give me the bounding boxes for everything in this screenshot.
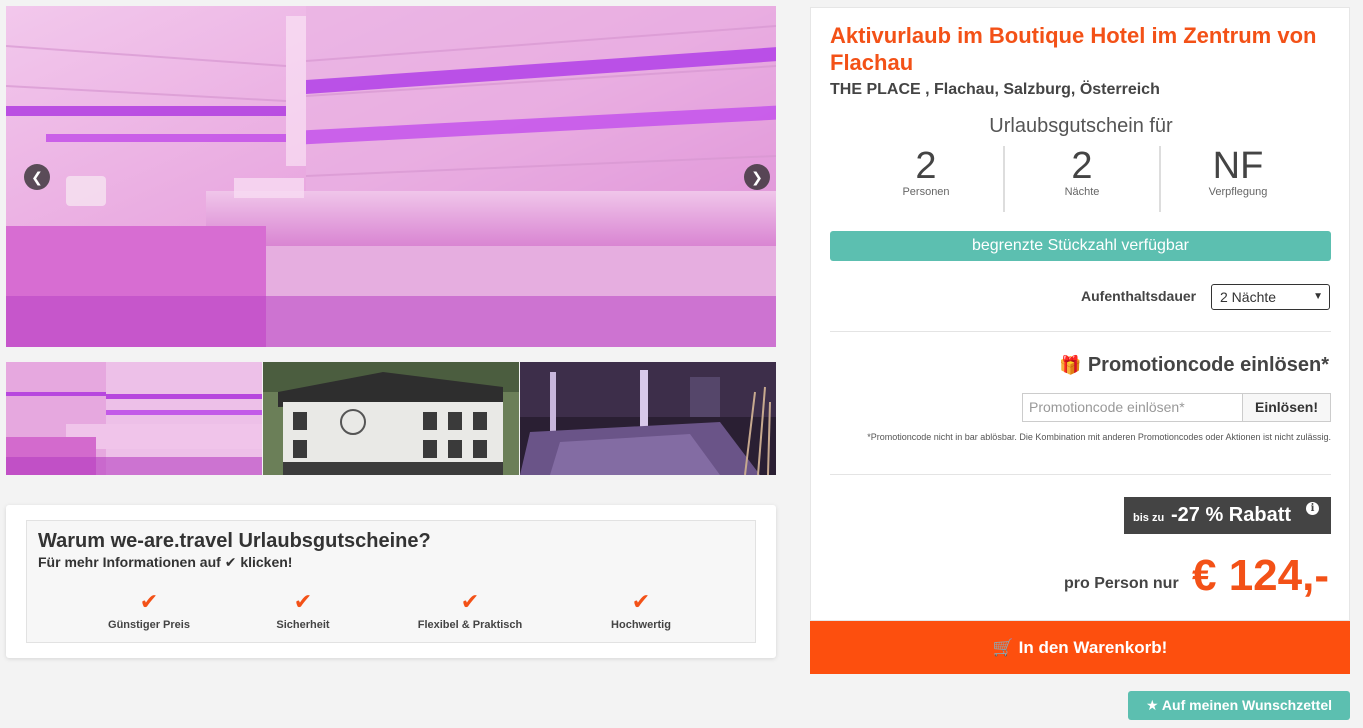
why-item-sicherheit[interactable]: ✔ Sicherheit <box>228 589 378 632</box>
offer-price: € 124,- <box>1192 551 1329 600</box>
limited-availability-badge: begrenzte Stückzahl verfügbar <box>830 231 1331 261</box>
stat-nights: 2 Nächte <box>1005 146 1161 212</box>
checkmark-icon: ✔ <box>460 589 480 614</box>
thumbnail-hotel-bar[interactable] <box>520 362 776 475</box>
why-subtitle: Für mehr Informationen auf ✔ klicken! <box>38 554 292 571</box>
add-to-cart-label: In den Warenkorb! <box>1018 638 1168 657</box>
stat-value: NF <box>1212 145 1264 187</box>
add-to-wishlist-label: Auf meinen Wunschzettel <box>1161 697 1333 713</box>
voucher-for-label: Urlaubsgutschein für <box>989 115 1173 137</box>
cart-icon: 🛒 <box>992 638 1014 657</box>
checkmark-icon: ✔ <box>293 589 313 614</box>
thumbnail-hotel-exterior[interactable] <box>263 362 519 475</box>
stay-duration-label: Aufenthaltsdauer <box>1081 288 1197 304</box>
stay-duration-select[interactable]: 2 Nächte ▼ <box>1211 284 1330 310</box>
gallery-prev-button[interactable]: ❮ <box>24 164 50 190</box>
why-title: Warum we-are.travel Urlaubsgutscheine? <box>38 530 431 552</box>
stat-persons: 2 Personen <box>849 146 1005 212</box>
promo-code-input[interactable]: Promotioncode einlösen* <box>1022 393 1242 422</box>
hotel-exterior-thumbnail-image <box>263 362 519 475</box>
stat-value: 2 <box>915 145 937 187</box>
checkmark-icon: ✔ <box>139 589 159 614</box>
chevron-down-icon: ▼ <box>1313 291 1323 302</box>
why-item-label: Flexibel & Praktisch <box>417 619 523 631</box>
why-card: Warum we-are.travel Urlaubsgutscheine? F… <box>6 505 776 658</box>
main-gallery-image[interactable]: ❮ ❯ <box>6 6 776 347</box>
why-item-hochwertig[interactable]: ✔ Hochwertig <box>566 589 716 632</box>
sauna-thumbnail-image <box>6 362 262 475</box>
promo-heading-text: Promotioncode einlösen* <box>1087 354 1329 376</box>
why-item-guenstiger-preis[interactable]: ✔ Günstiger Preis <box>74 589 224 632</box>
why-item-label: Hochwertig <box>611 619 671 631</box>
promo-heading: 🎁 Promotioncode einlösen* <box>1059 354 1329 377</box>
stat-label: Personen <box>902 186 950 198</box>
thumbnail-sauna[interactable] <box>6 362 262 475</box>
why-item-label: Sicherheit <box>276 619 330 631</box>
gift-icon: 🎁 <box>1059 355 1082 375</box>
add-to-wishlist-button[interactable]: ★ Auf meinen Wunschzettel <box>1128 691 1350 720</box>
stat-label: Verpflegung <box>1208 186 1268 198</box>
divider <box>830 331 1331 332</box>
stay-duration-value: 2 Nächte <box>1220 289 1277 305</box>
why-subtitle-after: klicken! <box>240 554 293 570</box>
discount-prefix: bis zu <box>1133 512 1165 524</box>
hotel-bar-thumbnail-image <box>520 362 776 475</box>
why-item-label: Günstiger Preis <box>108 619 190 631</box>
offer-panel: Aktivurlaub im Boutique Hotel im Zentrum… <box>810 7 1350 621</box>
offer-location: THE PLACE , Flachau, Salzburg, Österreic… <box>830 81 1160 98</box>
checkmark-icon: ✔ <box>224 554 237 570</box>
gallery-next-button[interactable]: ❯ <box>744 164 770 190</box>
why-subtitle-before: Für mehr Informationen auf <box>38 554 221 570</box>
stat-label: Nächte <box>1064 186 1100 198</box>
info-icon[interactable]: i <box>1306 502 1319 515</box>
stat-board: NF Verpflegung <box>1161 146 1315 212</box>
divider <box>830 474 1331 475</box>
sauna-photo <box>6 6 776 347</box>
chevron-right-icon: ❯ <box>751 168 763 185</box>
discount-value: -27 % Rabatt <box>1171 504 1292 526</box>
gallery-thumbnails <box>6 362 776 475</box>
why-item-flexibel[interactable]: ✔ Flexibel & Praktisch <box>395 589 545 632</box>
offer-title: Aktivurlaub im Boutique Hotel im Zentrum… <box>830 23 1317 75</box>
star-icon: ★ <box>1145 697 1159 713</box>
offer-stats: 2 Personen 2 Nächte NF Verpflegung <box>849 146 1315 212</box>
per-person-label: pro Person nur <box>1064 575 1179 592</box>
page: ❮ ❯ Warum we-are.travel Urlaubsgutschein… <box>0 0 1363 728</box>
promo-redeem-button[interactable]: Einlösen! <box>1242 393 1331 422</box>
stat-value: 2 <box>1071 145 1093 187</box>
chevron-left-icon: ❮ <box>31 168 43 185</box>
checkmark-icon: ✔ <box>631 589 651 614</box>
add-to-cart-button[interactable]: 🛒 In den Warenkorb! <box>810 621 1350 674</box>
discount-badge: bis zu -27 % Rabatt i <box>1124 497 1331 534</box>
why-info-box[interactable]: Warum we-are.travel Urlaubsgutscheine? F… <box>26 520 756 643</box>
promo-note: *Promotioncode nicht in bar ablösbar. Di… <box>867 432 1331 442</box>
